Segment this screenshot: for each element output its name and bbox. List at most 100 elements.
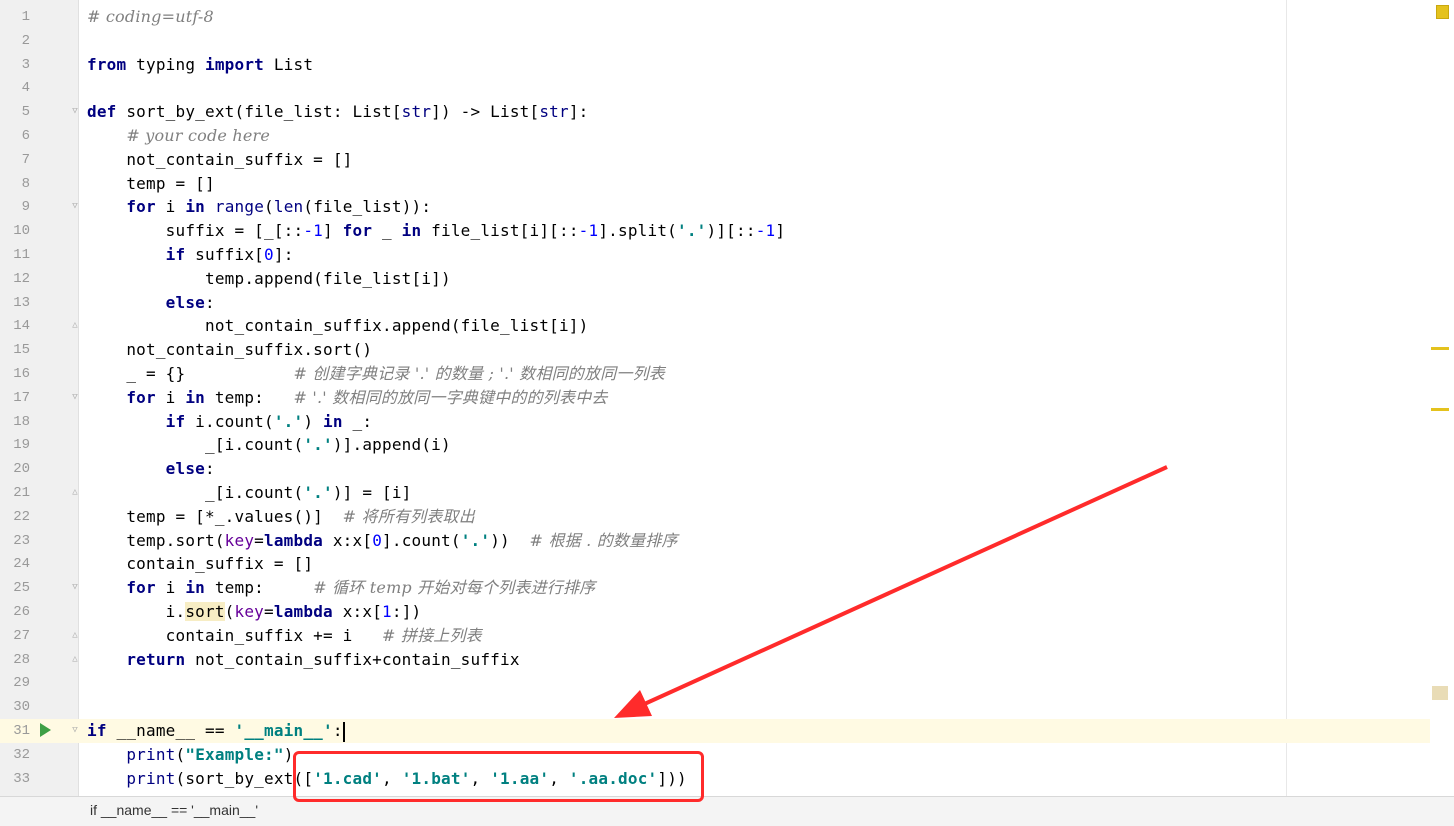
line-number[interactable]: 19 bbox=[8, 433, 30, 457]
code-text[interactable]: for i in temp: # 循环 temp 开始对每个列表进行排序 bbox=[87, 576, 595, 600]
code-line[interactable]: 26 i.sort(key=lambda x:x[1:]) bbox=[0, 600, 1454, 624]
code-text[interactable]: for i in temp: # '.' 数相同的放同一字典键中的的列表中去 bbox=[87, 386, 608, 410]
code-line[interactable]: 30 bbox=[0, 695, 1454, 719]
code-line[interactable]: 19 _[i.count('.')].append(i) bbox=[0, 433, 1454, 457]
code-line[interactable]: 4 bbox=[0, 76, 1454, 100]
code-text[interactable]: else: bbox=[87, 457, 215, 481]
line-number[interactable]: 11 bbox=[8, 243, 30, 267]
code-line[interactable]: 32 print("Example:") bbox=[0, 743, 1454, 767]
code-line[interactable]: 17 ▽ for i in temp: # '.' 数相同的放同一字典键中的的列表… bbox=[0, 386, 1454, 410]
line-number[interactable]: 16 bbox=[8, 362, 30, 386]
code-text[interactable]: contain_suffix = [] bbox=[87, 552, 313, 576]
line-number[interactable]: 30 bbox=[8, 695, 30, 719]
line-number[interactable]: 5 bbox=[8, 100, 30, 124]
breadcrumb[interactable]: if __name__ == '__main__' bbox=[90, 802, 258, 818]
code-line[interactable]: 13 else: bbox=[0, 291, 1454, 315]
fold-collapse-icon[interactable]: ▽ bbox=[70, 201, 80, 212]
fold-collapse-icon[interactable]: ▽ bbox=[70, 392, 80, 403]
code-text[interactable]: not_contain_suffix.append(file_list[i]) bbox=[87, 314, 588, 338]
code-editor[interactable]: 1 # coding=utf-8 2 3 from typing import List… bbox=[0, 0, 1454, 796]
code-text[interactable]: suffix = [_[::-1] for _ in file_list[i][… bbox=[87, 219, 785, 243]
code-line[interactable]: 33 print(sort_by_ext(['1.cad', '1.bat', … bbox=[0, 767, 1454, 791]
scroll-marker[interactable] bbox=[1431, 347, 1449, 350]
code-text[interactable]: # coding=utf-8 bbox=[87, 5, 214, 29]
code-text[interactable]: not_contain_suffix = [] bbox=[87, 148, 353, 172]
code-line[interactable]: 27 △ contain_suffix += i # 拼接上列表 bbox=[0, 624, 1454, 648]
fold-end-icon[interactable]: △ bbox=[70, 487, 80, 498]
code-line[interactable]: 6 # your code here bbox=[0, 124, 1454, 148]
code-line[interactable]: 21 △ _[i.count('.')] = [i] bbox=[0, 481, 1454, 505]
code-line[interactable]: 29 bbox=[0, 671, 1454, 695]
code-line[interactable]: 8 temp = [] bbox=[0, 172, 1454, 196]
code-text[interactable]: def sort_by_ext(file_list: List[str]) ->… bbox=[87, 100, 589, 124]
code-text[interactable]: i.sort(key=lambda x:x[1:]) bbox=[87, 600, 421, 624]
code-text[interactable]: if suffix[0]: bbox=[87, 243, 294, 267]
code-text[interactable]: temp.sort(key=lambda x:x[0].count('.')) … bbox=[87, 529, 678, 553]
code-text[interactable]: temp = [*_.values()] # 将所有列表取出 bbox=[87, 505, 475, 529]
error-stripe-scrollbar[interactable] bbox=[1430, 0, 1454, 796]
code-text[interactable]: _[i.count('.')] = [i] bbox=[87, 481, 412, 505]
code-text[interactable]: # your code here bbox=[87, 124, 270, 148]
code-text[interactable]: else: bbox=[87, 291, 215, 315]
code-line[interactable]: 20 else: bbox=[0, 457, 1454, 481]
line-number[interactable]: 24 bbox=[8, 552, 30, 576]
line-number[interactable]: 1 bbox=[8, 5, 30, 29]
code-line[interactable]: 1 # coding=utf-8 bbox=[0, 5, 1454, 29]
code-text[interactable]: print("Example:") bbox=[87, 743, 294, 767]
scroll-marker[interactable] bbox=[1431, 408, 1449, 411]
code-text[interactable]: from typing import List bbox=[87, 53, 313, 77]
line-number[interactable]: 28 bbox=[8, 648, 30, 672]
line-number[interactable]: 17 bbox=[8, 386, 30, 410]
code-text[interactable]: for i in range(len(file_list)): bbox=[87, 195, 431, 219]
line-number[interactable]: 7 bbox=[8, 148, 30, 172]
code-text[interactable]: if __name__ == '__main__': bbox=[87, 719, 345, 743]
code-line[interactable]: 22 temp = [*_.values()] # 将所有列表取出 bbox=[0, 505, 1454, 529]
code-line[interactable]: 9 ▽ for i in range(len(file_list)): bbox=[0, 195, 1454, 219]
line-number[interactable]: 3 bbox=[8, 53, 30, 77]
code-line[interactable]: 12 temp.append(file_list[i]) bbox=[0, 267, 1454, 291]
code-line[interactable]: 25 ▽ for i in temp: # 循环 temp 开始对每个列表进行排序 bbox=[0, 576, 1454, 600]
code-line[interactable]: 18 if i.count('.') in _: bbox=[0, 410, 1454, 434]
fold-end-icon[interactable]: △ bbox=[70, 654, 80, 665]
code-text[interactable]: if i.count('.') in _: bbox=[87, 410, 372, 434]
code-line[interactable]: 11 if suffix[0]: bbox=[0, 243, 1454, 267]
line-number[interactable]: 25 bbox=[8, 576, 30, 600]
line-number[interactable]: 4 bbox=[8, 76, 30, 100]
code-text[interactable]: return not_contain_suffix+contain_suffix bbox=[87, 648, 520, 672]
fold-collapse-icon[interactable]: ▽ bbox=[70, 582, 80, 593]
line-number[interactable]: 26 bbox=[8, 600, 30, 624]
code-line[interactable]: 23 temp.sort(key=lambda x:x[0].count('.'… bbox=[0, 529, 1454, 553]
code-line[interactable]: 5 ▽ def sort_by_ext(file_list: List[str]) … bbox=[0, 100, 1454, 124]
scroll-thumb[interactable] bbox=[1432, 686, 1448, 700]
line-number[interactable]: 9 bbox=[8, 195, 30, 219]
line-number[interactable]: 20 bbox=[8, 457, 30, 481]
line-number[interactable]: 12 bbox=[8, 267, 30, 291]
line-number[interactable]: 27 bbox=[8, 624, 30, 648]
code-text[interactable]: temp = [] bbox=[87, 172, 215, 196]
code-text[interactable]: not_contain_suffix.sort() bbox=[87, 338, 372, 362]
line-number[interactable]: 18 bbox=[8, 410, 30, 434]
line-number[interactable]: 33 bbox=[8, 767, 30, 791]
code-line[interactable]: 7 not_contain_suffix = [] bbox=[0, 148, 1454, 172]
line-number[interactable]: 13 bbox=[8, 291, 30, 315]
warning-status-icon[interactable] bbox=[1436, 5, 1449, 19]
fold-collapse-icon[interactable]: ▽ bbox=[70, 106, 80, 117]
code-line[interactable]: 2 bbox=[0, 29, 1454, 53]
line-number[interactable]: 22 bbox=[8, 505, 30, 529]
code-line[interactable]: 31 ▽ if __name__ == '__main__': bbox=[0, 719, 1454, 743]
code-line[interactable]: 15 not_contain_suffix.sort() bbox=[0, 338, 1454, 362]
code-line[interactable]: 24 contain_suffix = [] bbox=[0, 552, 1454, 576]
code-text[interactable]: contain_suffix += i # 拼接上列表 bbox=[87, 624, 482, 648]
line-number[interactable]: 14 bbox=[8, 314, 30, 338]
code-text[interactable]: temp.append(file_list[i]) bbox=[87, 267, 451, 291]
code-line[interactable]: 16 _ = {} # 创建字典记录 '.' 的数量 ; '.' 数相同的放同一… bbox=[0, 362, 1454, 386]
fold-end-icon[interactable]: △ bbox=[70, 320, 80, 331]
line-number[interactable]: 23 bbox=[8, 529, 30, 553]
line-number[interactable]: 2 bbox=[8, 29, 30, 53]
line-number[interactable]: 29 bbox=[8, 671, 30, 695]
line-number[interactable]: 21 bbox=[8, 481, 30, 505]
fold-collapse-icon[interactable]: ▽ bbox=[70, 725, 80, 736]
run-icon[interactable] bbox=[40, 723, 51, 737]
code-text[interactable]: _ = {} # 创建字典记录 '.' 的数量 ; '.' 数相同的放同一列表 bbox=[87, 362, 665, 386]
line-number[interactable]: 10 bbox=[8, 219, 30, 243]
